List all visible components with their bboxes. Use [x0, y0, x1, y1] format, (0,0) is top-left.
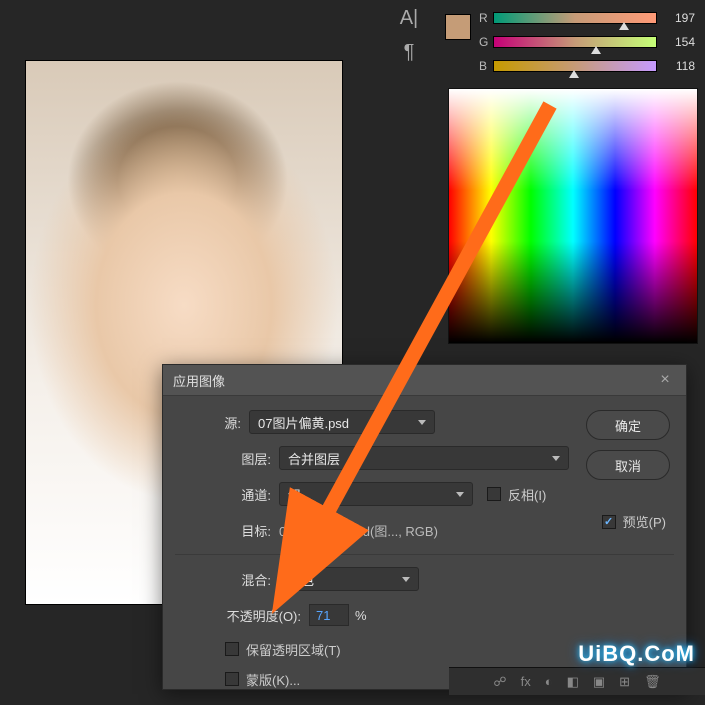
blend-label: 混合: [179, 570, 279, 589]
layers-footer: ☍ fx ◐ ◧ ▣ ⊞ 🗑 [449, 667, 705, 695]
close-icon[interactable]: × [654, 371, 676, 389]
layers-footer-icon-3[interactable]: ◧ [567, 674, 579, 690]
source-label: 源: [179, 413, 249, 432]
layers-footer-icon-6[interactable]: 🗑 [644, 674, 661, 690]
slider-track[interactable] [493, 36, 657, 48]
slider-thumb-icon[interactable] [569, 70, 579, 78]
slider-label: B [479, 59, 493, 73]
slider-label: G [479, 35, 493, 49]
color-panel: R 197 G 154 B 118 [445, 8, 695, 80]
slider-thumb-icon[interactable] [591, 46, 601, 54]
target-label: 目标: [219, 521, 279, 540]
dialog-title: 应用图像 [173, 371, 654, 390]
layers-footer-icon-5[interactable]: ⊞ [619, 674, 630, 690]
slider-value[interactable]: 197 [663, 11, 695, 25]
opacity-input[interactable] [309, 604, 349, 626]
blend-select[interactable]: 滤色 [279, 567, 419, 591]
preserve-transparency-label: 保留透明区域(T) [246, 640, 341, 659]
watermark: UiBQ.CoM [578, 641, 695, 667]
cancel-button[interactable]: 取消 [586, 450, 670, 480]
percent-label: % [355, 608, 367, 623]
paragraph-icon[interactable]: ¶ [395, 41, 423, 65]
slider-track[interactable] [493, 12, 657, 24]
ok-button[interactable]: 确定 [586, 410, 670, 440]
slider-thumb-icon[interactable] [619, 22, 629, 30]
layers-footer-icon-1[interactable]: fx [521, 674, 531, 689]
color-slider-g[interactable]: G 154 [479, 32, 695, 52]
color-slider-r[interactable]: R 197 [479, 8, 695, 28]
preview-label: 预览(P) [623, 512, 666, 531]
layers-footer-icon-4[interactable]: ▣ [593, 674, 605, 690]
mask-label: 蒙版(K)... [246, 670, 300, 689]
character-style-icon[interactable]: A| [395, 7, 423, 31]
invert-label: 反相(I) [508, 485, 546, 504]
slider-track[interactable] [493, 60, 657, 72]
invert-checkbox[interactable] [487, 487, 501, 501]
slider-value[interactable]: 118 [663, 59, 695, 73]
character-panel: A| ¶ [395, 7, 423, 65]
color-slider-b[interactable]: B 118 [479, 56, 695, 76]
slider-value[interactable]: 154 [663, 35, 695, 49]
channel-label: 通道: [219, 485, 279, 504]
dialog-titlebar: 应用图像 × [163, 365, 686, 396]
preserve-transparency-checkbox[interactable] [225, 642, 239, 656]
layer-label: 图层: [219, 449, 279, 468]
preview-checkbox[interactable] [602, 515, 616, 529]
channel-select[interactable]: 绿 [279, 482, 473, 506]
opacity-label: 不透明度(O): [179, 606, 309, 625]
source-select[interactable]: 07图片偏黄.psd [249, 410, 435, 434]
foreground-swatch[interactable] [445, 14, 471, 40]
color-spectrum[interactable] [448, 88, 698, 344]
slider-label: R [479, 11, 493, 25]
layer-select[interactable]: 合并图层 [279, 446, 569, 470]
target-value: 07图片偏黄.psd(图..., RGB) [279, 521, 438, 540]
layers-footer-icon-0[interactable]: ☍ [493, 674, 506, 690]
mask-checkbox[interactable] [225, 672, 239, 686]
layers-footer-icon-2[interactable]: ◐ [545, 674, 553, 689]
